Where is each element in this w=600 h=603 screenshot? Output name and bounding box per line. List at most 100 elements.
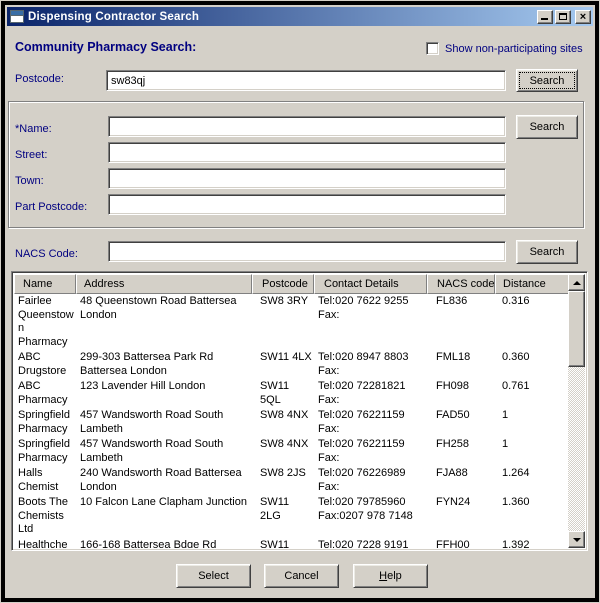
cancel-button[interactable]: Cancel (264, 564, 339, 588)
table-row[interactable]: Springfield Pharmacy 457 Wandsworth Road… (14, 437, 585, 466)
nacs-code-input[interactable] (108, 241, 506, 262)
cell-name: Boots The Chemists Ltd (14, 495, 76, 538)
show-nonparticipating-row: Show non-participating sites (426, 42, 583, 55)
window-icon (10, 10, 24, 23)
cell-fax: Fax:0207 978 7148 (318, 510, 425, 524)
cell-tel: Tel:020 79785960 (318, 496, 425, 510)
minimize-icon (541, 18, 548, 20)
cell-nacs-code: FFH00 (427, 538, 495, 549)
cell-fax: Fax: (318, 394, 425, 408)
cell-address: 10 Falcon Lane Clapham Junction (76, 495, 252, 538)
minimize-button[interactable] (537, 10, 553, 24)
cell-postcode: SW8 4NX (252, 408, 314, 437)
table-row[interactable]: Fairlee Queenstown Pharmacy 48 Queenstow… (14, 294, 585, 350)
cell-fax: Fax: (318, 452, 425, 466)
cell-tel: Tel:020 8947 8803 (318, 351, 425, 365)
cell-address: 240 Wandsworth Road Battersea London (76, 466, 252, 495)
window-controls: × (537, 10, 591, 24)
cell-name: ABC Drugstore (14, 350, 76, 379)
part-postcode-input[interactable] (108, 194, 506, 215)
table-row[interactable]: Healthchem (Battersea) Ltd 166-168 Batte… (14, 538, 585, 549)
scrollbar-thumb[interactable] (568, 291, 585, 367)
nacs-code-label: NACS Code: (15, 248, 78, 260)
column-header-nacs-code[interactable]: NACS code (427, 274, 495, 294)
scroll-up-button[interactable] (568, 274, 585, 291)
cell-contact-details: Tel:020 76221159 Fax: (314, 437, 427, 466)
table-body: Fairlee Queenstown Pharmacy 48 Queenstow… (14, 294, 585, 548)
cell-name: Springfield Pharmacy (14, 437, 76, 466)
street-input[interactable] (108, 142, 506, 163)
name-search-label: Search (517, 121, 577, 133)
cell-contact-details: Tel:020 7228 9191 Fax:020 7228 9191 (314, 538, 427, 549)
cell-postcode: SW8 2JS (252, 466, 314, 495)
nacs-search-button[interactable]: Search (516, 240, 578, 264)
postcode-search-label: Search (517, 75, 577, 87)
table-row[interactable]: Boots The Chemists Ltd 10 Falcon Lane Cl… (14, 495, 585, 538)
maximize-icon (559, 13, 567, 20)
maximize-button[interactable] (555, 10, 571, 24)
column-header-address[interactable]: Address (76, 274, 252, 294)
cell-nacs-code: FL836 (427, 294, 495, 350)
close-button[interactable]: × (575, 10, 591, 24)
cell-postcode: SW11 3AW (252, 538, 314, 549)
cell-fax: Fax: (318, 309, 425, 323)
table-row[interactable]: ABC Drugstore 299-303 Battersea Park Rd … (14, 350, 585, 379)
cell-nacs-code: FML18 (427, 350, 495, 379)
cell-name: ABC Pharmacy (14, 379, 76, 408)
cell-contact-details: Tel:020 76221159 Fax: (314, 408, 427, 437)
column-header-name[interactable]: Name (14, 274, 76, 294)
cell-nacs-code: FYN24 (427, 495, 495, 538)
cell-name: Halls Chemist (14, 466, 76, 495)
scroll-down-button[interactable] (568, 531, 585, 548)
part-postcode-label: Part Postcode: (15, 201, 87, 213)
vertical-scrollbar[interactable] (568, 274, 585, 548)
results-table-header: Name Address Postcode Contact Details NA… (14, 274, 585, 294)
window-title: Dispensing Contractor Search (28, 11, 537, 23)
cell-postcode: SW11 4LX (252, 350, 314, 379)
cell-contact-details: Tel:020 7622 9255 Fax: (314, 294, 427, 350)
show-nonparticipating-label: Show non-participating sites (445, 43, 583, 55)
cell-tel: Tel:020 7228 9191 (318, 539, 425, 549)
cell-address: 48 Queenstown Road Battersea London (76, 294, 252, 350)
title-bar[interactable]: Dispensing Contractor Search × (7, 7, 593, 26)
postcode-search-button[interactable]: Search (516, 69, 578, 92)
town-input[interactable] (108, 168, 506, 189)
cell-postcode: SW8 4NX (252, 437, 314, 466)
arrow-down-icon (573, 538, 581, 542)
cell-fax: Fax: (318, 423, 425, 437)
cell-contact-details: Tel:020 76226989 Fax: (314, 466, 427, 495)
table-row[interactable]: Springfield Pharmacy 457 Wandsworth Road… (14, 408, 585, 437)
cell-tel: Tel:020 76226989 (318, 467, 425, 481)
arrow-up-icon (573, 281, 581, 285)
cancel-button-label: Cancel (265, 570, 338, 582)
cell-tel: Tel:020 72281821 (318, 380, 425, 394)
cell-contact-details: Tel:020 79785960 Fax:0207 978 7148 (314, 495, 427, 538)
table-row[interactable]: ABC Pharmacy 123 Lavender Hill London SW… (14, 379, 585, 408)
cell-address: 457 Wandsworth Road South Lambeth (76, 437, 252, 466)
help-button[interactable]: Help (353, 564, 428, 588)
name-search-button[interactable]: Search (516, 115, 578, 139)
postcode-input[interactable] (106, 70, 506, 91)
cell-postcode: SW8 3RY (252, 294, 314, 350)
cell-name: Fairlee Queenstown Pharmacy (14, 294, 76, 350)
cell-tel: Tel:020 7622 9255 (318, 295, 425, 309)
cell-nacs-code: FH258 (427, 437, 495, 466)
scrollbar-track[interactable] (568, 367, 585, 531)
name-input[interactable] (108, 116, 506, 137)
cell-contact-details: Tel:020 72281821 Fax: (314, 379, 427, 408)
cell-postcode: SW11 2LG (252, 495, 314, 538)
cell-fax: Fax: (318, 365, 425, 379)
cell-address: 123 Lavender Hill London (76, 379, 252, 408)
cell-postcode: SW11 5QL (252, 379, 314, 408)
cell-contact-details: Tel:020 8947 8803 Fax: (314, 350, 427, 379)
column-header-postcode[interactable]: Postcode (252, 274, 314, 294)
cell-nacs-code: FAD50 (427, 408, 495, 437)
cell-address: 299-303 Battersea Park Rd Battersea Lond… (76, 350, 252, 379)
cell-address: 166-168 Battersea Bdge Rd London (76, 538, 252, 549)
cell-address: 457 Wandsworth Road South Lambeth (76, 408, 252, 437)
table-row[interactable]: Halls Chemist 240 Wandsworth Road Batter… (14, 466, 585, 495)
column-header-contact-details[interactable]: Contact Details (314, 274, 427, 294)
show-nonparticipating-checkbox[interactable] (426, 42, 439, 55)
close-icon: × (580, 12, 586, 22)
select-button[interactable]: Select (176, 564, 251, 588)
